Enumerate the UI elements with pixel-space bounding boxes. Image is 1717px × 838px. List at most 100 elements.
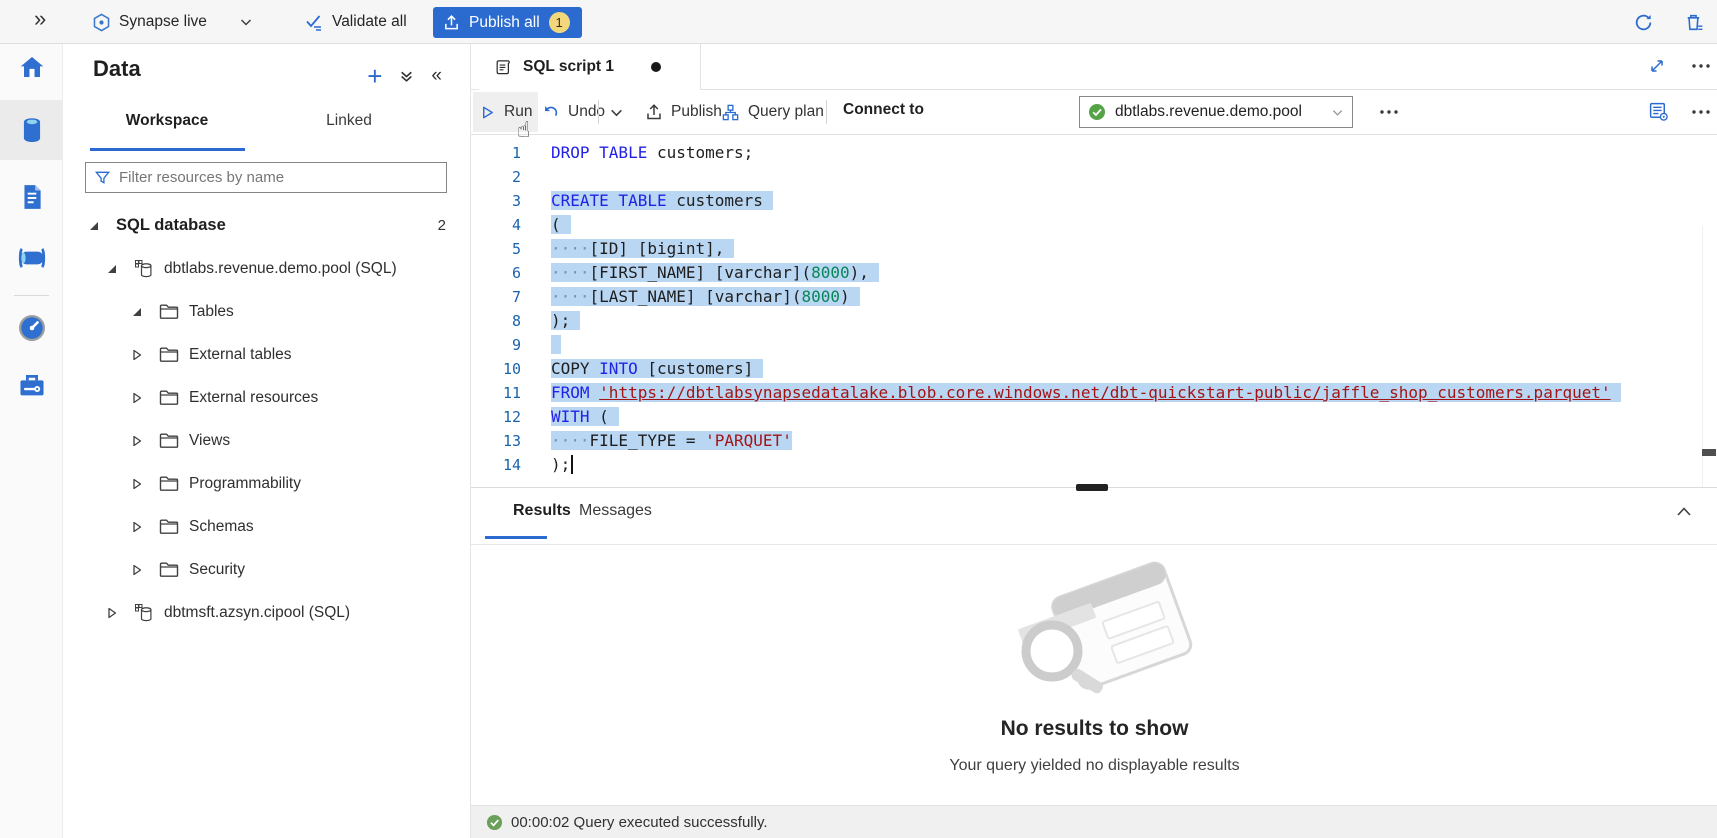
code-line[interactable]: 3 CREATE TABLE customers: [471, 189, 1717, 213]
tree-item-label: dbtmsft.azsyn.cipool (SQL): [164, 604, 350, 622]
splitter-drag-handle[interactable]: [1076, 484, 1108, 491]
properties-icon[interactable]: [1648, 101, 1669, 122]
code-line[interactable]: 5 ····[ID] [bigint],: [471, 237, 1717, 261]
selection-highlight: );: [551, 311, 580, 330]
tree-caret-icon[interactable]: [88, 220, 100, 232]
tab-results[interactable]: Results: [513, 502, 571, 520]
collapse-results-icon[interactable]: [1674, 502, 1694, 522]
code-token: 'https://dbtlabsynapsedatalake.blob.core…: [599, 383, 1610, 402]
tree-item-external-tables[interactable]: External tables: [64, 333, 470, 376]
code-line[interactable]: 14 );: [471, 453, 1717, 477]
pool-selector[interactable]: dbtlabs.revenue.demo.pool: [1079, 96, 1353, 128]
tree-item-schemas[interactable]: Schemas: [64, 505, 470, 548]
line-text: ····[LAST_NAME] [varchar](8000): [551, 285, 860, 309]
nav-home-icon[interactable]: [0, 45, 63, 89]
line-number: 4: [471, 213, 521, 237]
nav-develop-icon[interactable]: [0, 175, 63, 219]
tab-workspace[interactable]: Workspace: [119, 112, 215, 142]
code-line[interactable]: 9: [471, 333, 1717, 357]
top-bar: » Synapse live Validate all Publish all …: [0, 0, 1717, 44]
tree-item-dbtmsft-azsyn-cipool-sql[interactable]: dbtmsft.azsyn.cipool (SQL): [64, 591, 470, 634]
tree-item-external-resources[interactable]: External resources: [64, 376, 470, 419]
tree-caret-icon[interactable]: [131, 478, 143, 490]
tree-caret-icon[interactable]: [106, 263, 118, 275]
collapse-panel-icon[interactable]: «: [431, 67, 442, 85]
text-cursor: [571, 455, 573, 474]
tree-item-label: Security: [189, 561, 245, 579]
editor-scrollbar-thumb[interactable]: [1702, 449, 1716, 456]
publish-all-button[interactable]: Publish all 1: [433, 7, 582, 38]
tab-messages[interactable]: Messages: [579, 502, 652, 520]
code-token: 'PARQUET': [705, 431, 792, 450]
code-token: ····: [551, 287, 590, 306]
mode-label: Synapse live: [119, 13, 207, 31]
tree-item-dbtlabs-revenue-demo-pool-sql[interactable]: dbtlabs.revenue.demo.pool (SQL): [64, 247, 470, 290]
code-line[interactable]: 7 ····[LAST_NAME] [varchar](8000): [471, 285, 1717, 309]
filter-box[interactable]: [85, 162, 447, 193]
validate-all-button[interactable]: Validate all: [304, 0, 407, 44]
tree-item-label: SQL database: [116, 216, 226, 235]
tree-item-label: External tables: [189, 346, 292, 364]
line-number: 14: [471, 453, 521, 477]
code-line[interactable]: 4 (: [471, 213, 1717, 237]
nav-data-icon[interactable]: [0, 108, 63, 152]
code-line[interactable]: 2: [471, 165, 1717, 189]
add-resource-button[interactable]: +: [367, 66, 382, 86]
tree-caret-icon[interactable]: [106, 607, 118, 619]
selection-highlight: COPY INTO [customers]: [551, 359, 763, 378]
status-bar: 00:00:02 Query executed successfully.: [471, 805, 1717, 838]
tree-item-programmability[interactable]: Programmability: [64, 462, 470, 505]
mode-selector[interactable]: Synapse live: [92, 0, 253, 44]
tree-caret-icon[interactable]: [131, 564, 143, 576]
nav-integrate-icon[interactable]: [0, 236, 63, 280]
tab-linked[interactable]: Linked: [304, 112, 394, 142]
toolbar-more-commands-icon[interactable]: [1379, 109, 1399, 115]
query-plan-button[interactable]: Query plan: [715, 92, 830, 132]
undo-button[interactable]: Undo: [535, 92, 611, 132]
tab-more-options-icon[interactable]: [1691, 63, 1711, 69]
tab-sql-script-1[interactable]: SQL script 1: [479, 44, 701, 90]
code-token: [FIRST_NAME] [varchar](: [590, 263, 812, 282]
code-line[interactable]: 12 WITH (: [471, 405, 1717, 429]
code-line[interactable]: 10 COPY INTO [customers]: [471, 357, 1717, 381]
code-token: customers: [667, 191, 763, 210]
nav-manage-icon[interactable]: [0, 363, 63, 407]
pool-status-icon: [1088, 103, 1106, 121]
tree-item-label: Tables: [189, 303, 234, 321]
code-token: [customers]: [638, 359, 754, 378]
filter-input[interactable]: [119, 169, 438, 186]
tree-item-views[interactable]: Views: [64, 419, 470, 462]
expand-sidebar-icon[interactable]: »: [34, 6, 46, 32]
tree-caret-icon[interactable]: [131, 521, 143, 533]
run-options-chevron-icon[interactable]: [603, 92, 630, 132]
tree-caret-icon[interactable]: [131, 306, 143, 318]
tree-caret-icon[interactable]: [131, 435, 143, 447]
expand-editor-icon[interactable]: [1648, 57, 1666, 75]
discard-all-icon[interactable]: [1684, 12, 1705, 33]
tree-item-sql-database[interactable]: SQL database 2: [64, 204, 470, 247]
editor-more-options-icon[interactable]: [1691, 109, 1711, 115]
code-editor[interactable]: 1 DROP TABLE customers; 2 3 CREATE TABLE…: [471, 135, 1717, 487]
sql-script-icon: [493, 57, 512, 77]
code-line[interactable]: 11 FROM 'https://dbtlabsynapsedatalake.b…: [471, 381, 1717, 405]
results-tab-underline: [485, 536, 547, 539]
code-line[interactable]: 1 DROP TABLE customers;: [471, 141, 1717, 165]
refresh-icon[interactable]: [1633, 12, 1654, 33]
nav-monitor-icon[interactable]: [0, 306, 63, 350]
tree-node-icon: [134, 259, 154, 279]
code-line[interactable]: 8 );: [471, 309, 1717, 333]
tree-caret-icon[interactable]: [131, 392, 143, 404]
tree-caret-icon[interactable]: [131, 349, 143, 361]
code-token: INTO: [599, 359, 638, 378]
results-body: No results to show Your query yielded no…: [471, 545, 1717, 805]
code-line[interactable]: 6 ····[FIRST_NAME] [varchar](8000),: [471, 261, 1717, 285]
code-line[interactable]: 13 ····FILE_TYPE = 'PARQUET': [471, 429, 1717, 453]
active-tab-underline: [90, 148, 245, 151]
tree-item-tables[interactable]: Tables: [64, 290, 470, 333]
code-token: CREATE TABLE: [551, 191, 667, 210]
collapse-all-icon[interactable]: [399, 68, 414, 84]
validate-check-icon: [304, 12, 324, 32]
code-token: ): [840, 287, 850, 306]
tree-item-security[interactable]: Security: [64, 548, 470, 591]
results-tab-bar: Results Messages: [471, 488, 1717, 544]
